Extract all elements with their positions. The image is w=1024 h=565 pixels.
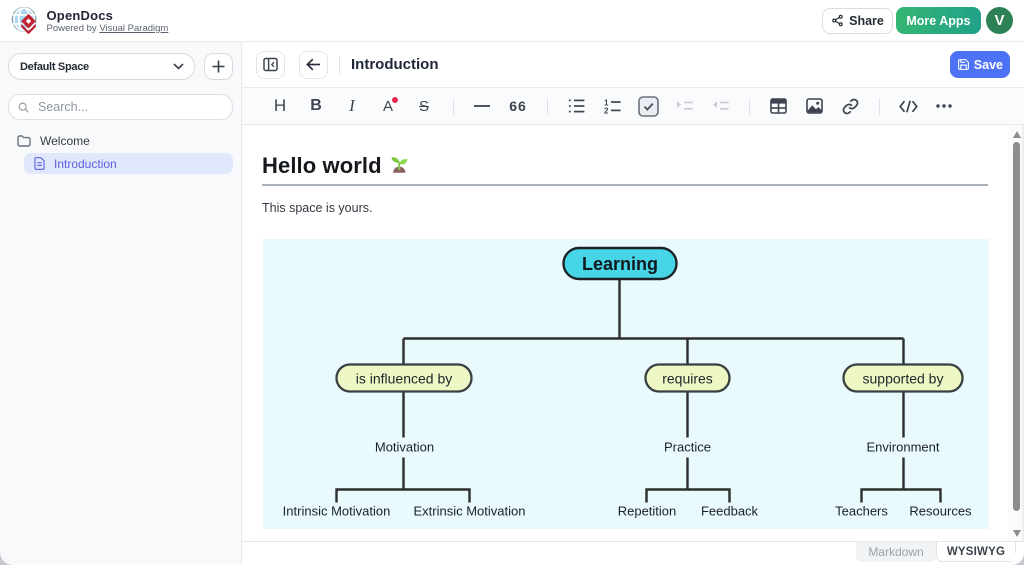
svg-text:is influenced by: is influenced by xyxy=(356,371,453,387)
svg-text:Intrinsic Motivation: Intrinsic Motivation xyxy=(283,504,391,519)
svg-text:Teachers: Teachers xyxy=(835,504,888,519)
svg-text:Extrinsic Motivation: Extrinsic Motivation xyxy=(414,504,526,519)
svg-text:Repetition: Repetition xyxy=(618,504,677,519)
svg-text:Practice: Practice xyxy=(664,440,711,455)
svg-text:requires: requires xyxy=(662,371,713,387)
svg-text:Motivation: Motivation xyxy=(375,440,434,455)
svg-text:Feedback: Feedback xyxy=(701,504,759,519)
svg-text:Environment: Environment xyxy=(867,440,940,455)
svg-text:2: 2 xyxy=(604,106,609,113)
svg-text:Resources: Resources xyxy=(909,504,972,519)
svg-text:Learning: Learning xyxy=(582,254,658,274)
svg-text:supported by: supported by xyxy=(863,371,944,387)
